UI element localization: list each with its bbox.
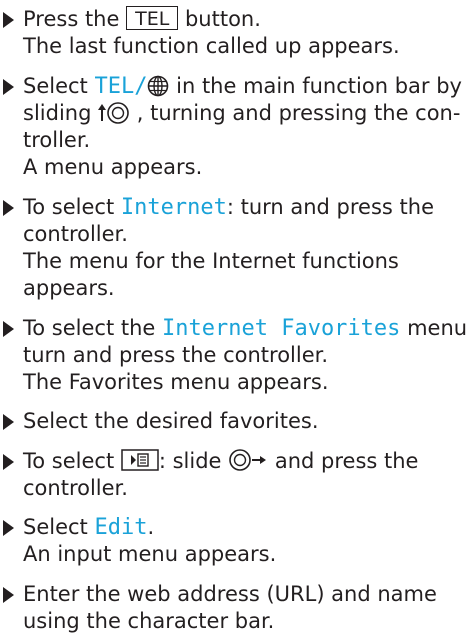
text-run: button. (178, 7, 261, 31)
text-run: To select the (23, 315, 162, 340)
step-line: Select the desired favorites. (23, 409, 319, 434)
text-run: and press the (268, 448, 419, 473)
edit-highlight: Edit (94, 515, 148, 540)
step-result: appears. (23, 276, 115, 301)
tel-button-label: TEL (126, 6, 179, 30)
text-run: , turning and pressing the con- (130, 100, 461, 125)
step-bullet-icon (3, 320, 14, 337)
internet-menu-highlight: Internet (120, 194, 227, 220)
step-result: A menu appears. (23, 155, 203, 180)
step-bullet-icon (3, 520, 14, 536)
step-line: controller. (23, 475, 128, 500)
step-line: using the character bar. (23, 608, 275, 633)
text-run: in the main function bar by (169, 73, 462, 98)
step-bullet-icon (3, 78, 14, 95)
internet-favorites-highlight: Internet Favorites (162, 315, 401, 341)
text-run: . (147, 515, 155, 539)
text-run: Press the (23, 7, 127, 31)
step-bullet-icon (3, 199, 14, 216)
text-run: sliding (23, 100, 99, 125)
tel-menu-highlight: TEL/ (94, 73, 148, 99)
controller-slide-right-icon (228, 448, 268, 482)
step-result: The last function called up appears. (23, 34, 400, 59)
step-bullet-icon (3, 586, 14, 603)
text-run: Select (23, 515, 95, 539)
step-bullet-icon (3, 12, 14, 28)
text-run: To select (23, 448, 121, 473)
text-run: : slide (158, 448, 229, 473)
instruction-page: Press the TEL button. The last function … (0, 0, 466, 637)
controller-slide-up-icon (98, 100, 130, 134)
text-run: menu: (407, 315, 466, 340)
step-bullet-icon (3, 453, 14, 470)
step-result: The Favorites menu appears. (23, 370, 329, 394)
text-run: To select (23, 194, 121, 219)
text-run: Select (23, 73, 95, 98)
step-result: An input menu appears. (23, 542, 277, 567)
text-run: : turn and press the (226, 194, 434, 219)
step-bullet-icon (3, 414, 14, 431)
